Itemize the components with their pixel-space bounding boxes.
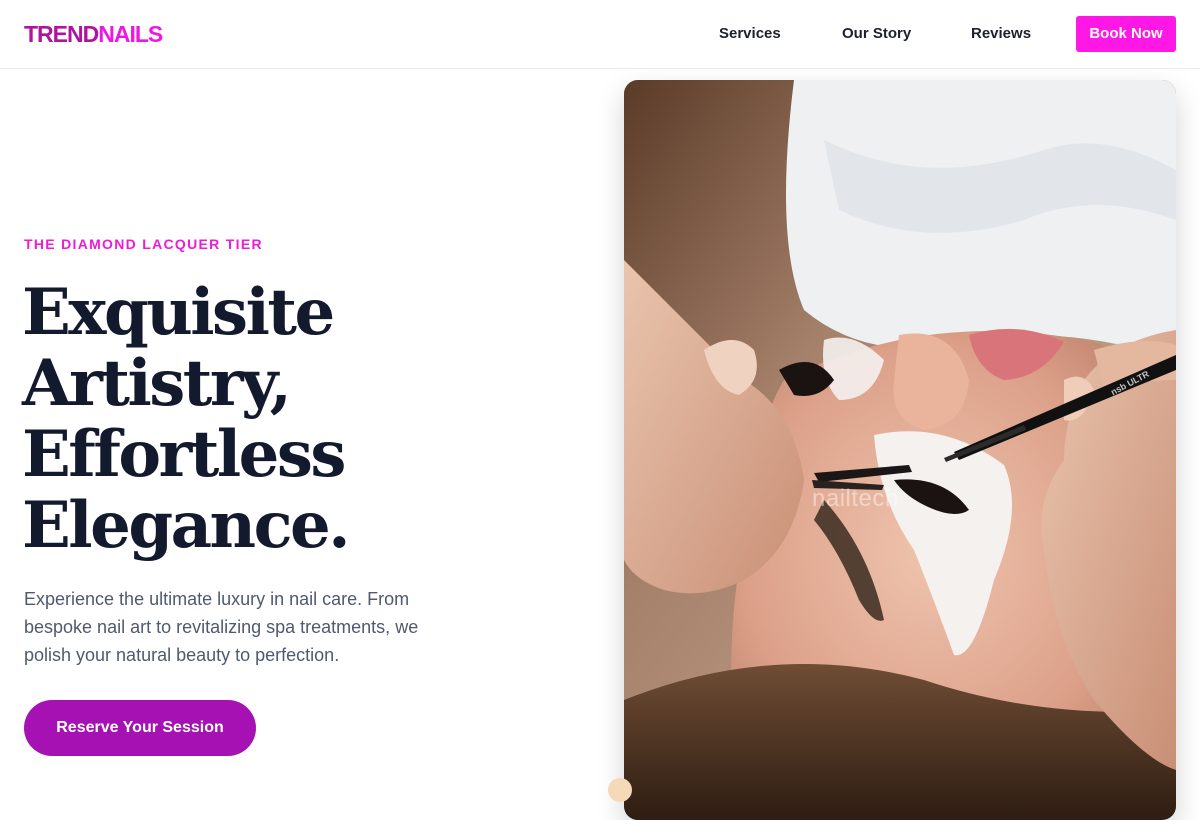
logo-text-trend: TREND bbox=[24, 21, 99, 47]
brand-logo[interactable]: TRENDNAILS bbox=[24, 19, 163, 49]
hero-subtext: Experience the ultimate luxury in nail c… bbox=[24, 589, 419, 665]
headline-line-3: Effortless bbox=[22, 417, 346, 492]
nav-link-services[interactable]: Services bbox=[719, 24, 781, 44]
nav-link-reviews[interactable]: Reviews bbox=[971, 24, 1031, 44]
decorative-circle bbox=[608, 778, 632, 802]
nav-link-our-story[interactable]: Our Story bbox=[842, 24, 911, 44]
book-now-button[interactable]: Book Now bbox=[1076, 16, 1176, 52]
site-header: TRENDNAILS Services Our Story Reviews Bo… bbox=[0, 0, 1200, 69]
logo-text-nails: NAILS bbox=[98, 21, 163, 47]
headline-line-4: Elegance. bbox=[22, 488, 351, 563]
hero-headline: Exquisite Artistry, Effortless Elegance. bbox=[22, 277, 542, 561]
headline-line-1: Exquisite bbox=[22, 275, 335, 350]
hero-photo-illustration bbox=[624, 80, 1176, 820]
reserve-session-button[interactable]: Reserve Your Session bbox=[24, 700, 256, 756]
photo-watermark: nailtech bbox=[812, 485, 899, 512]
headline-line-2: Artistry, bbox=[22, 346, 292, 421]
hero-eyebrow: THE DIAMOND LACQUER TIER bbox=[24, 236, 263, 252]
hero-photo: nailtech nsb ULTR bbox=[624, 80, 1176, 820]
